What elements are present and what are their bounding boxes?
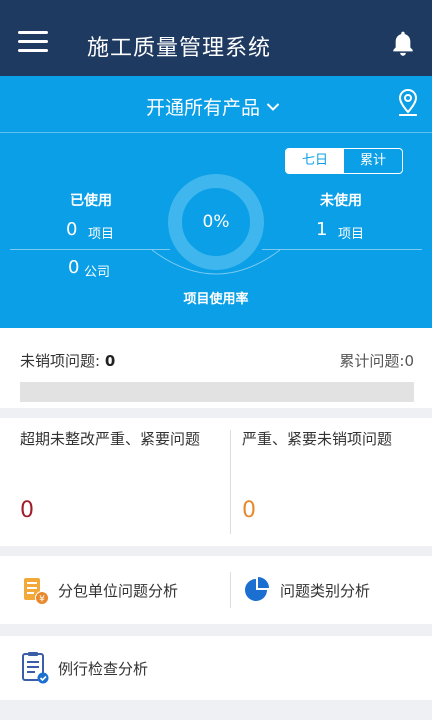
page-title: 施工质量管理系统 [87, 36, 272, 61]
menu-icon[interactable] [18, 31, 48, 53]
usage-rate-caption: 项目使用率 [183, 292, 249, 307]
location-pin-icon[interactable] [396, 88, 420, 118]
unused-label: 未使用 [320, 193, 362, 209]
overdue-severe-issues[interactable]: 超期未整改严重、紧要问题 [20, 428, 225, 450]
stat-divider [10, 249, 170, 250]
column-divider [230, 572, 231, 608]
severe-open-count: 0 [242, 498, 256, 523]
stat-divider [262, 249, 422, 250]
routine-check-analysis-label: 例行检查分析 [58, 659, 149, 678]
svg-text:¥: ¥ [39, 595, 45, 605]
unused-projects-count: 1 [316, 219, 328, 240]
open-issues: 未销项问题: 0 [20, 350, 115, 371]
usage-dashboard: 开通所有产品 七日 累计 已使用 0 项目 0 公司 0% 项目使用率 未使用 … [0, 76, 432, 328]
analysis-row: ¥ 分包单位问题分析 问题类别分析 [0, 556, 432, 624]
coins-icon: ¥ [24, 578, 49, 605]
product-dropdown[interactable]: 开通所有产品 [146, 93, 280, 120]
used-companies-count: 0 [68, 257, 80, 278]
top-app-bar: 施工质量管理系统 [0, 0, 432, 76]
used-label: 已使用 [70, 193, 112, 209]
pie-chart-icon [245, 577, 269, 601]
ring-caption-arc [151, 249, 281, 275]
subcontractor-analysis-label: 分包单位问题分析 [58, 581, 179, 600]
overdue-card: 超期未整改严重、紧要问题 0 严重、紧要未销项问题 0 [0, 418, 432, 546]
bell-icon[interactable] [390, 30, 416, 58]
overdue-severe-title: 超期未整改严重、紧要问题 [20, 430, 201, 448]
column-divider [230, 430, 231, 534]
divider [0, 132, 432, 133]
open-issues-label: 未销项问题: [20, 352, 101, 370]
total-issues: 累计问题:0 [339, 352, 414, 370]
subcontractor-analysis-button[interactable]: ¥ 分包单位问题分析 [22, 570, 178, 610]
chevron-down-icon [266, 102, 280, 111]
issues-progress-bar [20, 382, 414, 402]
product-bar: 开通所有产品 [0, 76, 432, 132]
company-unit-label: 公司 [84, 265, 111, 280]
severe-open-issues[interactable]: 严重、紧要未销项问题 [242, 428, 422, 450]
period-toggle: 七日 累计 [285, 148, 403, 174]
category-analysis-button[interactable]: 问题类别分析 [242, 570, 370, 610]
routine-check-card: 例行检查分析 [0, 636, 432, 700]
project-unit-label: 项目 [338, 227, 365, 242]
category-analysis-label: 问题类别分析 [280, 581, 371, 600]
tab-cumulative[interactable]: 累计 [344, 149, 402, 173]
tab-seven-days[interactable]: 七日 [286, 149, 344, 173]
severe-open-title: 严重、紧要未销项问题 [242, 430, 393, 448]
overdue-severe-count: 0 [20, 498, 34, 523]
clipboard-check-icon [22, 652, 49, 684]
usage-rate-value: 0% [202, 212, 230, 232]
routine-check-analysis-button[interactable]: 例行检查分析 [20, 648, 148, 688]
open-issues-count: 0 [104, 352, 116, 370]
used-projects-count: 0 [66, 219, 78, 240]
product-dropdown-label: 开通所有产品 [146, 97, 261, 119]
issues-card: 未销项问题: 0 累计问题:0 [0, 328, 432, 408]
project-unit-label: 项目 [88, 227, 115, 242]
